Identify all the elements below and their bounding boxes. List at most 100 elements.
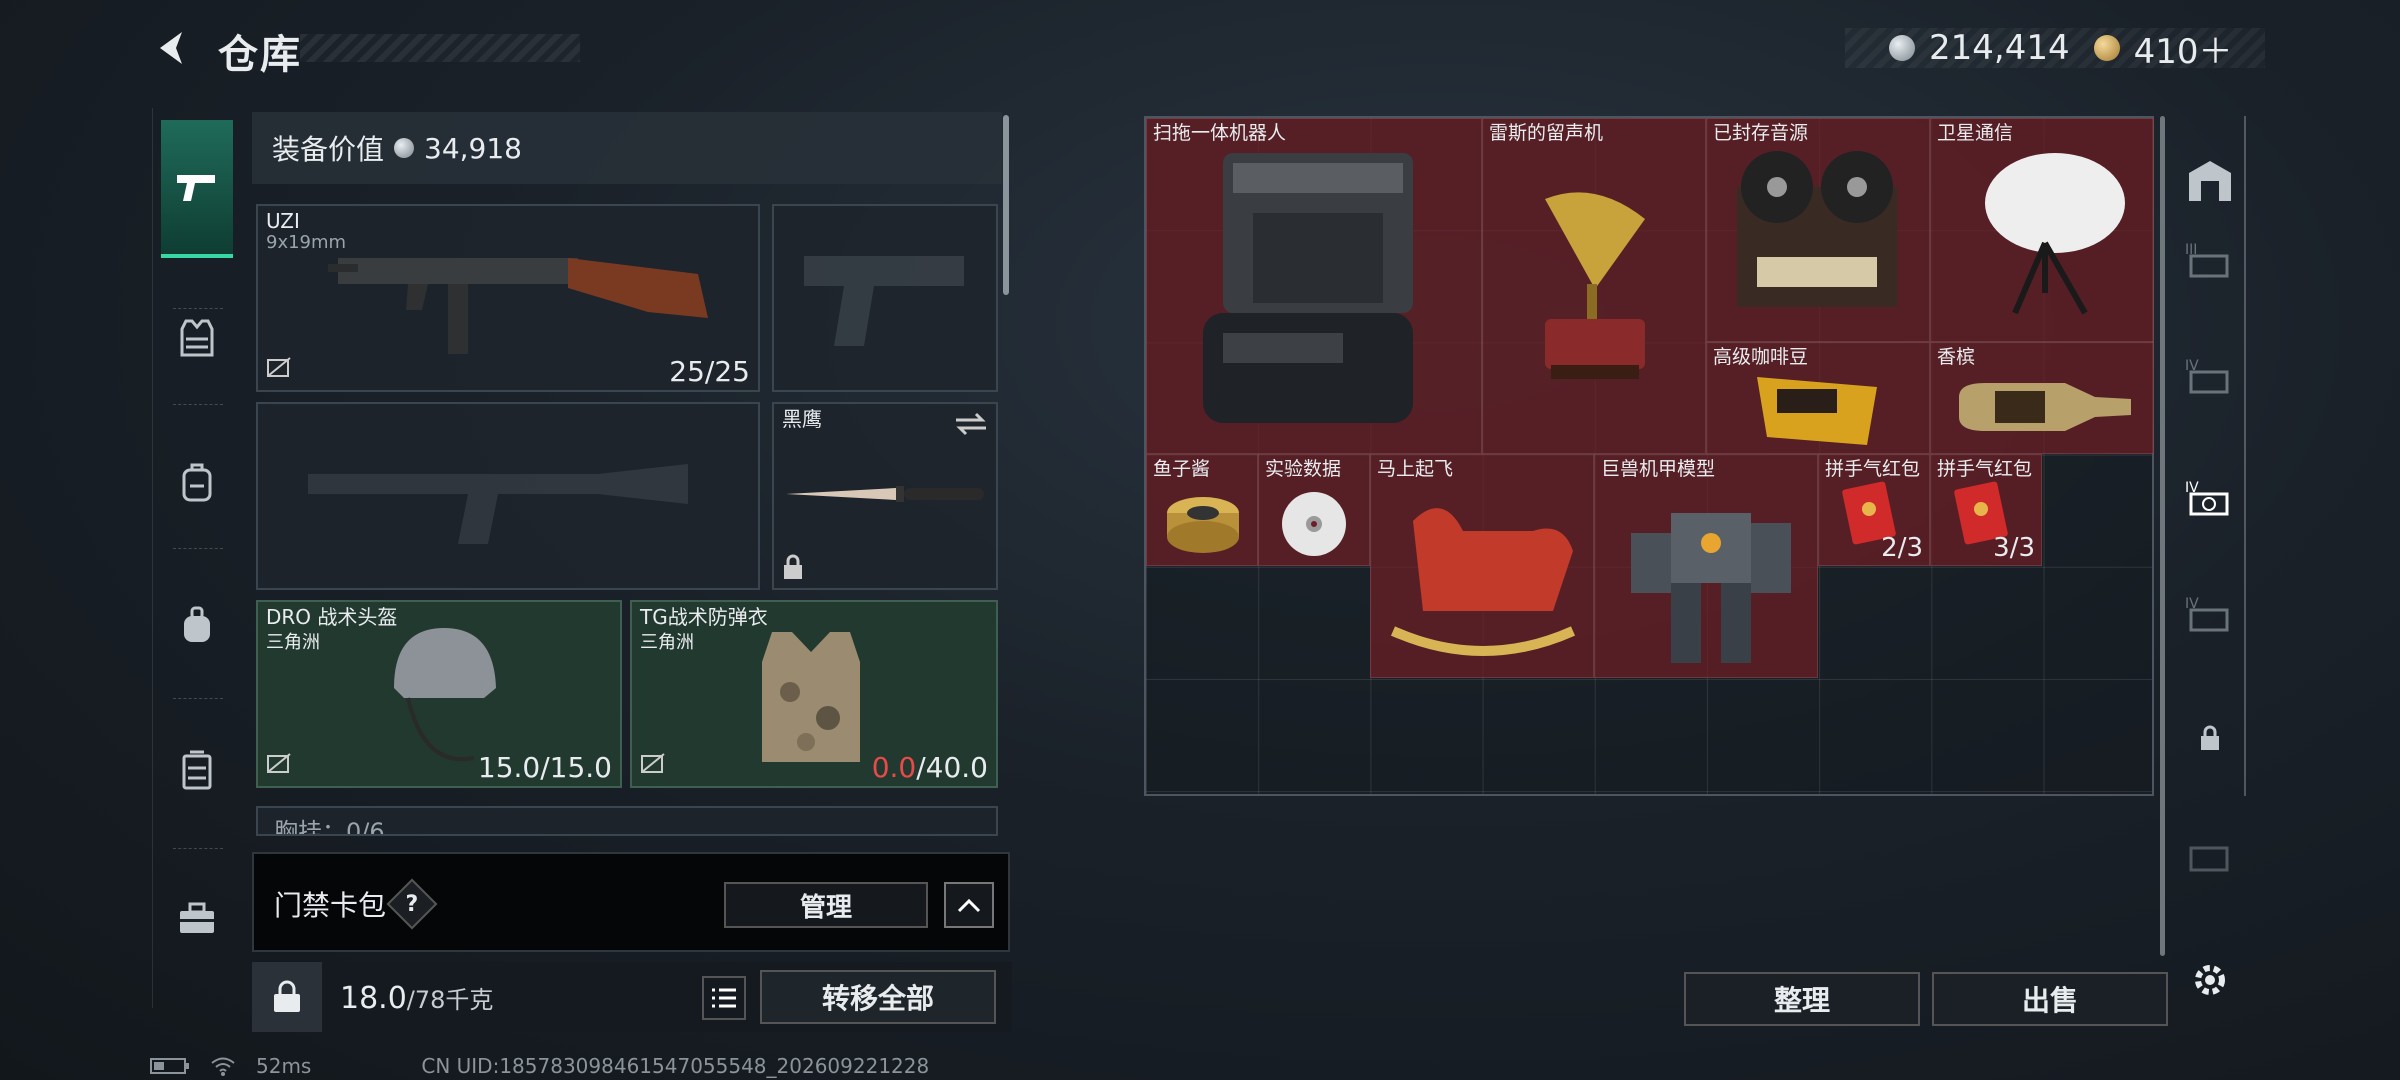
battery-icon xyxy=(150,1058,189,1074)
storage-page-3[interactable]: III xyxy=(2182,232,2238,288)
pistol-icon xyxy=(177,175,215,201)
category-bag[interactable] xyxy=(161,588,233,660)
armor-durability-max: /40.0 xyxy=(916,751,988,784)
category-weapons[interactable] xyxy=(161,120,233,258)
transfer-all-button[interactable]: 转移全部 xyxy=(760,970,996,1024)
backpack-icon xyxy=(182,463,212,502)
item-name: 实验数据 xyxy=(1265,458,1342,480)
vest-icon xyxy=(180,319,214,357)
melee-slot[interactable]: 黑鹰 xyxy=(772,402,998,590)
lock-icon xyxy=(2201,725,2219,750)
helmet-slot[interactable]: DRO 战术头盔 三角洲 15.0/15.0 xyxy=(256,600,622,788)
ping-text: 52ms xyxy=(256,1054,312,1078)
helmet-durability: 15.0/15.0 xyxy=(477,751,612,784)
helmet-brand: 三角洲 xyxy=(266,632,320,653)
currency-bar: 214,414 410＋ xyxy=(1845,28,2265,72)
collapse-button[interactable] xyxy=(944,882,994,928)
primary-weapon-slot[interactable]: UZI 9x19mm 25/25 xyxy=(256,204,760,392)
item-name: 扫拖一体机器人 xyxy=(1153,122,1287,144)
storage-page-4b[interactable]: IV xyxy=(2182,470,2238,526)
weight-current: 18.0 xyxy=(340,981,407,1016)
robot-vacuum-icon xyxy=(1203,153,1413,423)
manage-button[interactable]: 管理 xyxy=(724,882,928,928)
weapon-ammo: 25/25 xyxy=(669,355,750,388)
extension-4-active-icon: IV xyxy=(2185,480,2229,516)
storage-page-extra[interactable] xyxy=(2182,830,2238,886)
mech-model-icon xyxy=(1631,513,1791,663)
storage-item[interactable]: 扫拖一体机器人 xyxy=(1146,118,1482,454)
equip-value-amount: 34,918 xyxy=(424,131,522,165)
weight-lock-button[interactable] xyxy=(252,962,322,1032)
category-sidebar xyxy=(152,108,242,1008)
storage-item[interactable]: 鱼子酱 xyxy=(1146,454,1258,566)
storage-item[interactable]: 马上起飞 xyxy=(1370,454,1594,678)
storage-page-4c[interactable]: IV xyxy=(2182,586,2238,642)
category-armor[interactable] xyxy=(161,302,233,374)
melee-name: 黑鹰 xyxy=(782,407,822,431)
keycard-label: 门禁卡包 xyxy=(274,889,387,922)
secondary-weapon-slot[interactable] xyxy=(772,204,998,392)
storage-item[interactable]: 拼手气红包 3/3 xyxy=(1930,454,2042,566)
category-containers[interactable] xyxy=(161,734,233,806)
back-button[interactable] xyxy=(150,26,194,70)
storage-item[interactable]: 卫星通信 xyxy=(1930,118,2154,342)
storage-grid: 扫拖一体机器人 雷斯的留声机 已封存音源 卫星通信 高级咖啡豆 香槟 鱼子酱 实… xyxy=(1144,116,2154,796)
pistol-placeholder-icon xyxy=(804,256,964,346)
helmet-name: DRO 战术头盔 xyxy=(266,605,398,629)
storage-item[interactable]: 巨兽机甲模型 xyxy=(1594,454,1818,678)
category-toolbox[interactable] xyxy=(161,882,233,954)
item-name: 拼手气红包 xyxy=(1825,458,1921,480)
chest-rig-slot[interactable]: 胸挂：0/6 xyxy=(256,806,998,836)
weight-row: 18.0/78千克 转移全部 xyxy=(252,962,1012,1032)
help-button[interactable]: ? xyxy=(386,878,438,930)
chevron-up-icon xyxy=(957,898,981,913)
gold-coin-icon xyxy=(2093,35,2120,61)
storage-item[interactable]: 实验数据 xyxy=(1258,454,1370,566)
sort-button[interactable]: 整理 xyxy=(1684,972,1920,1026)
champagne-icon xyxy=(1959,383,2131,431)
gold-balance[interactable]: 410＋ xyxy=(2134,24,2233,73)
armor-name: TG战术防弹衣 xyxy=(640,605,768,629)
disc-icon xyxy=(1282,492,1346,556)
silver-coin-icon xyxy=(394,138,415,158)
item-name: 雷斯的留声机 xyxy=(1489,122,1604,144)
rifle-slot[interactable] xyxy=(256,402,760,590)
extension-4-icon: IV xyxy=(2185,358,2229,394)
item-name: 巨兽机甲模型 xyxy=(1601,458,1716,480)
storage-item[interactable]: 香槟 xyxy=(1930,342,2154,454)
armor-slot[interactable]: TG战术防弹衣 三角洲 0.0/40.0 xyxy=(630,600,998,788)
storage-item[interactable]: 已封存音源 xyxy=(1706,118,1930,342)
item-name: 已封存音源 xyxy=(1713,122,1809,144)
toolbox-icon xyxy=(180,902,214,933)
rifle-placeholder-icon xyxy=(308,464,688,544)
uid-text: CN UID:18578309846154705​5548_2026092212… xyxy=(421,1054,930,1078)
storage-scrollbar[interactable] xyxy=(2160,116,2165,956)
gramophone-icon xyxy=(1545,192,1645,379)
armor-durability-current: 0.0 xyxy=(871,751,917,784)
storage-page-home[interactable] xyxy=(2182,152,2238,208)
settings-button[interactable] xyxy=(2182,952,2238,1008)
rocking-horse-icon xyxy=(1390,508,1576,656)
storage-item[interactable]: 高级咖啡豆 xyxy=(1706,342,1930,454)
category-backpack[interactable] xyxy=(161,446,233,518)
chest-rig-label: 胸挂：0/6 xyxy=(274,818,385,836)
no-insure-icon xyxy=(640,752,666,778)
item-name: 鱼子酱 xyxy=(1153,458,1211,480)
extension-3-icon: III xyxy=(2185,242,2229,278)
item-count: 2/3 xyxy=(1881,533,1923,563)
storage-item[interactable]: 拼手气红包 2/3 xyxy=(1818,454,1930,566)
warehouse-icon xyxy=(2189,161,2231,201)
equip-value-label: 装备价值 xyxy=(272,133,385,166)
storage-item[interactable]: 雷斯的留声机 xyxy=(1482,118,1706,454)
storage-page-4a[interactable]: IV xyxy=(2182,348,2238,404)
storage-page-sidebar: III IV IV IV xyxy=(2174,116,2246,796)
weight-max: /78千克 xyxy=(406,986,494,1014)
loadout-scrollbar[interactable] xyxy=(1003,115,1009,295)
item-count: 3/3 xyxy=(1993,533,2035,563)
sell-button[interactable]: 出售 xyxy=(1932,972,2168,1026)
item-name: 拼手气红包 xyxy=(1937,458,2033,480)
swap-icon[interactable] xyxy=(954,412,988,436)
coffee-beans-icon xyxy=(1757,377,1877,445)
list-view-button[interactable] xyxy=(702,976,746,1020)
storage-page-locked[interactable] xyxy=(2182,710,2238,766)
